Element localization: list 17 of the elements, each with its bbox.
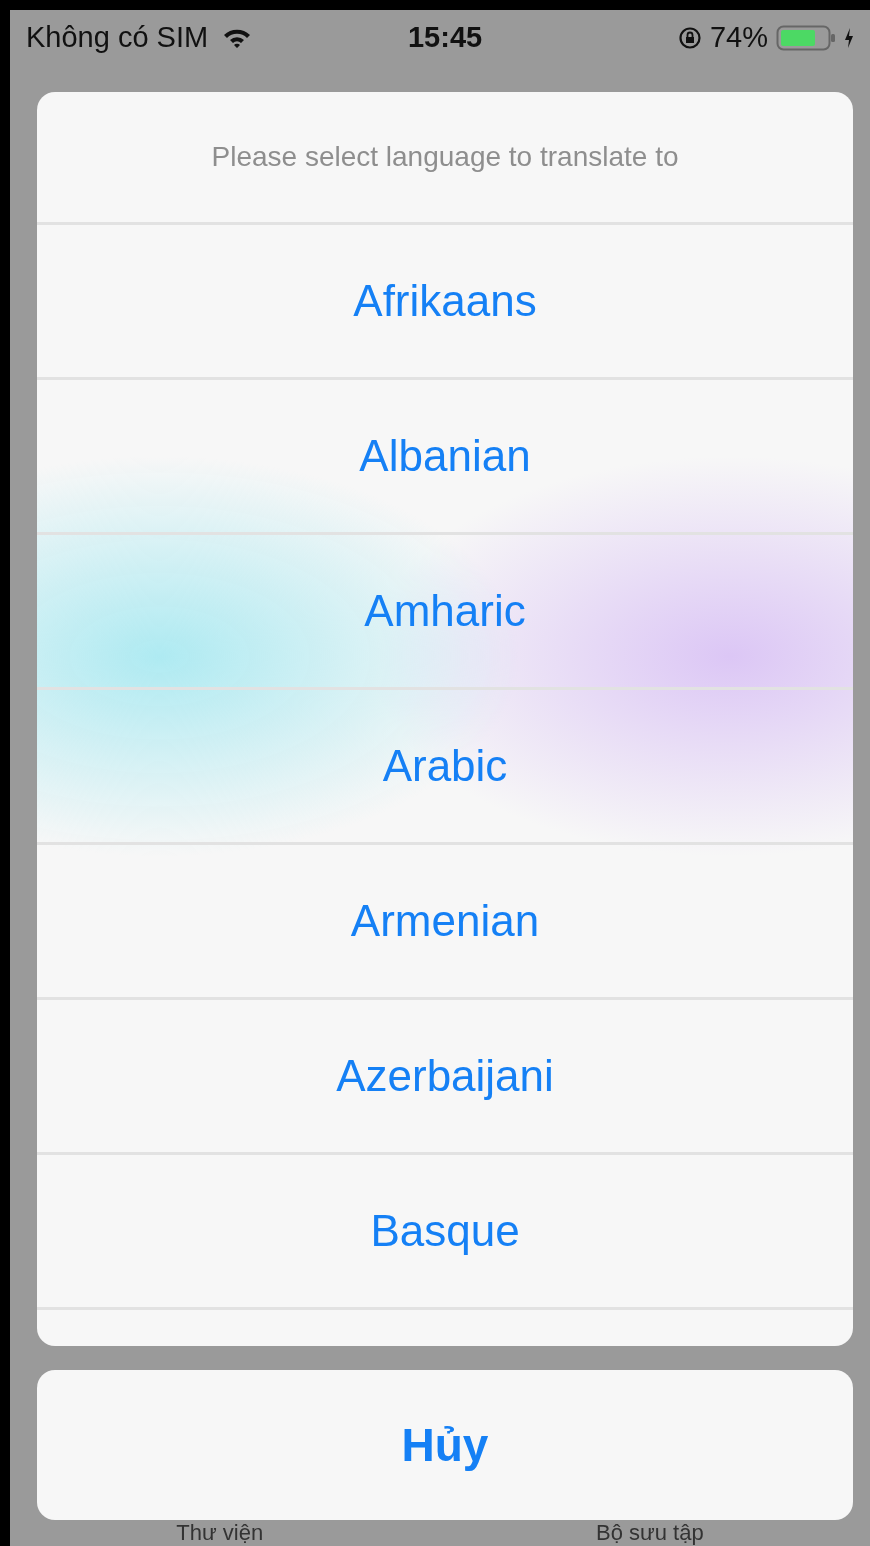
language-option[interactable]: Albanian — [37, 379, 853, 535]
language-option[interactable]: Basque — [37, 1154, 853, 1310]
sheet-title: Please select language to translate to — [37, 91, 853, 225]
rotation-lock-icon — [677, 25, 702, 50]
charging-bolt-icon — [844, 26, 854, 49]
language-option[interactable]: Armenian — [37, 844, 853, 1000]
clock-time: 15:45 — [407, 21, 483, 55]
tab-label[interactable]: Thư viện — [176, 1520, 264, 1546]
battery-icon — [776, 24, 836, 51]
language-option[interactable]: Afrikaans — [37, 224, 853, 380]
cancel-button[interactable]: Hủy — [37, 1370, 853, 1520]
language-option[interactable]: Arabic — [37, 689, 853, 845]
language-option[interactable]: Azerbaijani — [37, 999, 853, 1155]
language-option[interactable]: Amharic — [37, 534, 853, 690]
battery-percentage: 74% — [709, 21, 768, 55]
tab-label[interactable]: Bộ sưu tập — [595, 1520, 704, 1546]
carrier-name: Không có SIM — [26, 21, 209, 55]
